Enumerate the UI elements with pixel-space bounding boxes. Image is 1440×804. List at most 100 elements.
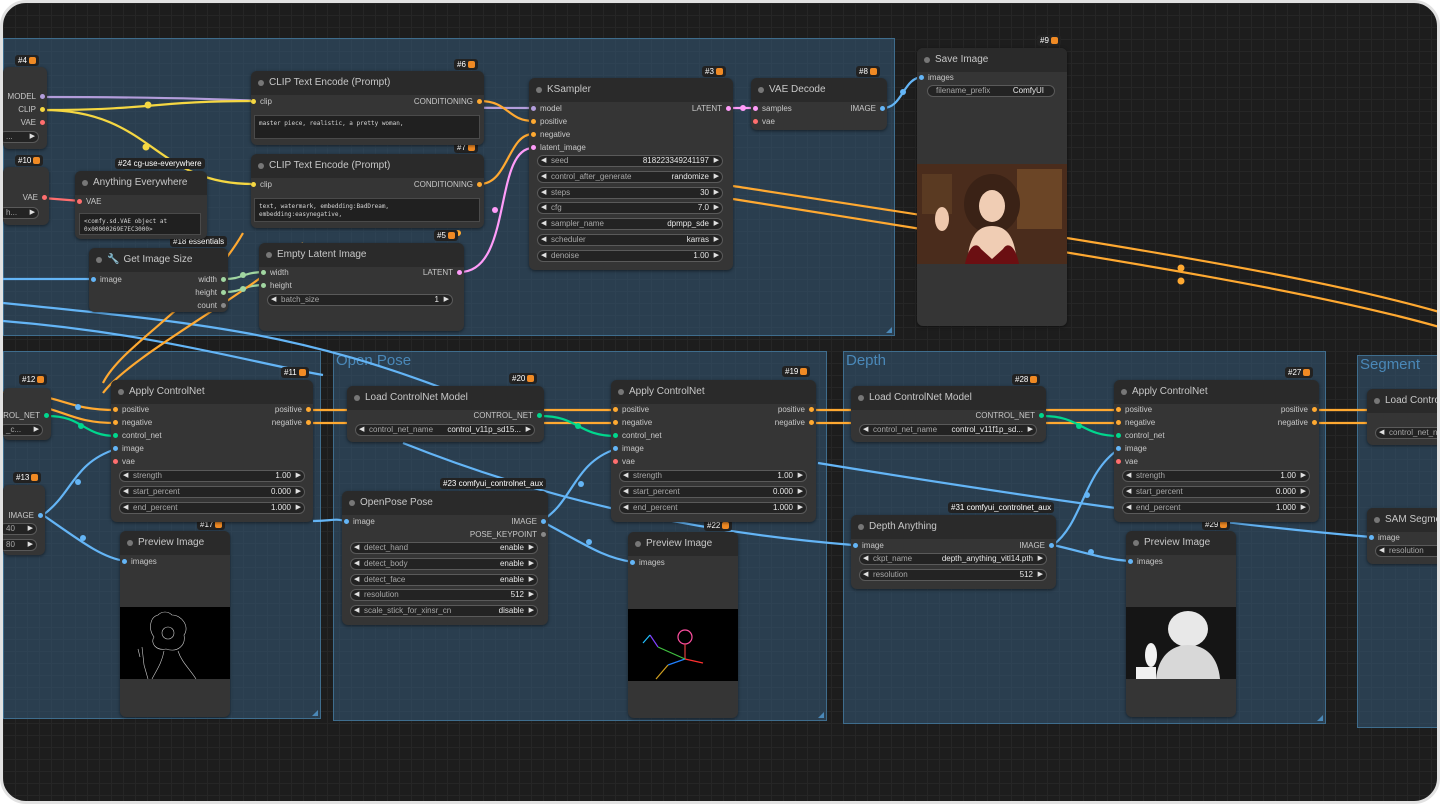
node-vae-decode[interactable]: VAE Decode samples vae IMAGE (751, 78, 887, 130)
steps-widget[interactable]: ◀ steps 30 ▶ (537, 187, 723, 199)
resolution-widget[interactable]: ◀ resolution 512 ▶ (350, 589, 538, 601)
input-image[interactable]: image (853, 541, 884, 551)
input-negative[interactable]: negative (113, 418, 152, 428)
vae-name-widget[interactable]: h... ▶ (3, 207, 39, 219)
output-positive[interactable]: positive (778, 405, 815, 415)
node-title[interactable]: Apply ControlNet (611, 380, 816, 404)
input-control-net[interactable]: control_net (613, 431, 662, 441)
strength-widget[interactable]: ◀ strength 1.00 ▶ (119, 470, 305, 482)
node-title[interactable]: Preview Image (628, 532, 738, 556)
output-pose-keypoint[interactable]: POSE_KEYPOINT (470, 530, 547, 540)
node-load-controlnet-depth[interactable]: Load ControlNet Model CONTROL_NET ◀ contr… (851, 386, 1046, 442)
control-net-name-widget[interactable]: _c... ▶ (3, 424, 43, 436)
input-vae[interactable]: vae (613, 457, 635, 467)
filename-prefix-widget[interactable]: filename_prefix ComfyUI (927, 85, 1055, 97)
start-percent-widget[interactable]: ◀ start_percent 0.000 ▶ (619, 486, 807, 498)
node-preview-image-3[interactable]: Preview Image images (1126, 531, 1236, 717)
input-latent-image[interactable]: latent_image (531, 143, 586, 153)
strength-widget[interactable]: ◀ strength 1.00 ▶ (1122, 470, 1310, 482)
node-vae-loader[interactable]: VAE h... ▶ (3, 167, 49, 225)
input-images[interactable]: images (630, 558, 665, 568)
input-clip[interactable]: clip (251, 180, 272, 190)
output-image[interactable]: IMAGE (8, 511, 43, 521)
input-negative[interactable]: negative (613, 418, 652, 428)
node-load-controlnet-pose[interactable]: Load ControlNet Model CONTROL_NET ◀ contr… (347, 386, 544, 442)
input-positive[interactable]: positive (1116, 405, 1152, 415)
node-checkpoint-loader[interactable]: MODEL CLIP VAE ... ▶ (3, 67, 47, 149)
node-preview-image-1[interactable]: Preview Image images (120, 531, 230, 717)
input-vae[interactable]: vae (753, 117, 775, 127)
detect-hand-widget[interactable]: ◀ detect_hand enable ▶ (350, 542, 538, 554)
output-model[interactable]: MODEL (8, 92, 46, 102)
input-image[interactable]: image (613, 444, 644, 454)
detect-body-widget[interactable]: ◀ detect_body enable ▶ (350, 558, 538, 570)
input-samples[interactable]: samples (753, 104, 792, 114)
node-controlnet-loader-partial[interactable]: ROL_NET _c... ▶ (3, 388, 51, 440)
prompt-textarea[interactable]: master piece, realistic, a pretty woman, (254, 115, 480, 139)
node-apply-controlnet-3[interactable]: Apply ControlNet positive negative contr… (1114, 380, 1319, 522)
input-vae[interactable]: vae (1116, 457, 1138, 467)
node-image-loader-partial[interactable]: IMAGE 40 ▶ 80 ▶ (3, 485, 45, 555)
node-openpose-pose[interactable]: OpenPose Pose image IMAGE POSE_KEYPOINT … (342, 491, 548, 625)
height-widget[interactable]: 80 ▶ (3, 539, 37, 551)
output-conditioning[interactable]: CONDITIONING (414, 97, 483, 107)
input-height[interactable]: height (261, 281, 292, 291)
input-image[interactable]: image (113, 444, 144, 454)
node-title[interactable]: Load ControlNet Model (851, 386, 1046, 410)
node-apply-controlnet-1[interactable]: Apply ControlNet positive negative contr… (111, 380, 313, 522)
output-width[interactable]: width (198, 275, 226, 285)
node-get-image-size[interactable]: 🔧 Get Image Size image width height count (89, 248, 228, 312)
node-title[interactable]: Preview Image (120, 531, 230, 555)
sampler-name-widget[interactable]: ◀ sampler_name dpmpp_sde ▶ (537, 218, 723, 230)
seed-widget[interactable]: ◀ seed 818223349241197 ▶ (537, 155, 723, 167)
output-latent[interactable]: LATENT (423, 268, 463, 278)
input-control-net[interactable]: control_net (113, 431, 162, 441)
input-vae[interactable]: VAE (77, 197, 101, 207)
scheduler-widget[interactable]: ◀ scheduler karras ▶ (537, 234, 723, 246)
detect-face-widget[interactable]: ◀ detect_face enable ▶ (350, 574, 538, 586)
node-title[interactable]: Anything Everywhere (75, 171, 207, 195)
input-image[interactable]: image (1116, 444, 1147, 454)
node-save-image[interactable]: Save Image images filename_prefix ComfyUI (917, 48, 1067, 326)
control-net-name-widget[interactable]: ◀ control_net_name control_v11f1p_sd... ▶ (859, 424, 1037, 436)
node-ksampler[interactable]: KSampler model positive negative latent_… (529, 78, 733, 270)
node-sam-segment[interactable]: SAM Segmen image ◀resolution (1367, 508, 1437, 564)
node-title[interactable]: Preview Image (1126, 531, 1236, 555)
node-title[interactable]: 🔧 Get Image Size (89, 248, 228, 272)
prompt-textarea[interactable]: text, watermark, embedding:BadDream, emb… (254, 198, 480, 222)
comfyui-canvas[interactable]: Open Pose Depth Segment #4 #6 #3 #8 #9 #… (0, 0, 1440, 804)
node-title[interactable]: OpenPose Pose (342, 491, 548, 515)
output-image[interactable]: IMAGE (511, 517, 546, 527)
start-percent-widget[interactable]: ◀ start_percent 0.000 ▶ (1122, 486, 1310, 498)
node-preview-image-2[interactable]: Preview Image images (628, 532, 738, 718)
resolution-widget[interactable]: ◀ resolution 512 ▶ (859, 569, 1047, 581)
input-images[interactable]: images (122, 557, 157, 567)
node-title[interactable]: Load Controll (1367, 389, 1437, 413)
node-title[interactable]: Load ControlNet Model (347, 386, 544, 410)
ckpt-name-widget[interactable]: ... ▶ (3, 131, 39, 143)
output-negative[interactable]: negative (272, 418, 312, 428)
node-depth-anything[interactable]: Depth Anything image IMAGE ◀ ckpt_name dep… (851, 515, 1056, 589)
input-width[interactable]: width (261, 268, 289, 278)
output-positive[interactable]: positive (275, 405, 312, 415)
output-image[interactable]: IMAGE (850, 104, 885, 114)
start-percent-widget[interactable]: ◀ start_percent 0.000 ▶ (119, 486, 305, 498)
node-title[interactable]: Empty Latent Image (259, 243, 464, 267)
input-positive[interactable]: positive (113, 405, 149, 415)
cfg-widget[interactable]: ◀ cfg 7.0 ▶ (537, 202, 723, 214)
resolution-widget[interactable]: ◀ resolution (1375, 545, 1437, 557)
scale-stick-widget[interactable]: ◀ scale_stick_for_xinsr_cn disable ▶ (350, 605, 538, 617)
node-clip-text-encode-negative[interactable]: CLIP Text Encode (Prompt) clip CONDITION… (251, 154, 484, 228)
batch-size-widget[interactable]: ◀ batch_size 1 ▶ (267, 294, 453, 306)
node-clip-text-encode-positive[interactable]: CLIP Text Encode (Prompt) clip CONDITION… (251, 71, 484, 145)
node-load-controlnet-segment[interactable]: Load Controll ◀ control_net_na (1367, 389, 1437, 445)
input-positive[interactable]: positive (613, 405, 649, 415)
node-title[interactable]: Save Image (917, 48, 1067, 72)
output-latent[interactable]: LATENT (692, 104, 732, 114)
output-clip[interactable]: CLIP (18, 105, 45, 115)
input-negative[interactable]: negative (531, 130, 570, 140)
input-negative[interactable]: negative (1116, 418, 1155, 428)
node-title[interactable]: CLIP Text Encode (Prompt) (251, 71, 484, 95)
control-net-name-widget[interactable]: ◀ control_net_name control_v11p_sd15... ▶ (355, 424, 535, 436)
node-title[interactable]: Apply ControlNet (1114, 380, 1319, 404)
